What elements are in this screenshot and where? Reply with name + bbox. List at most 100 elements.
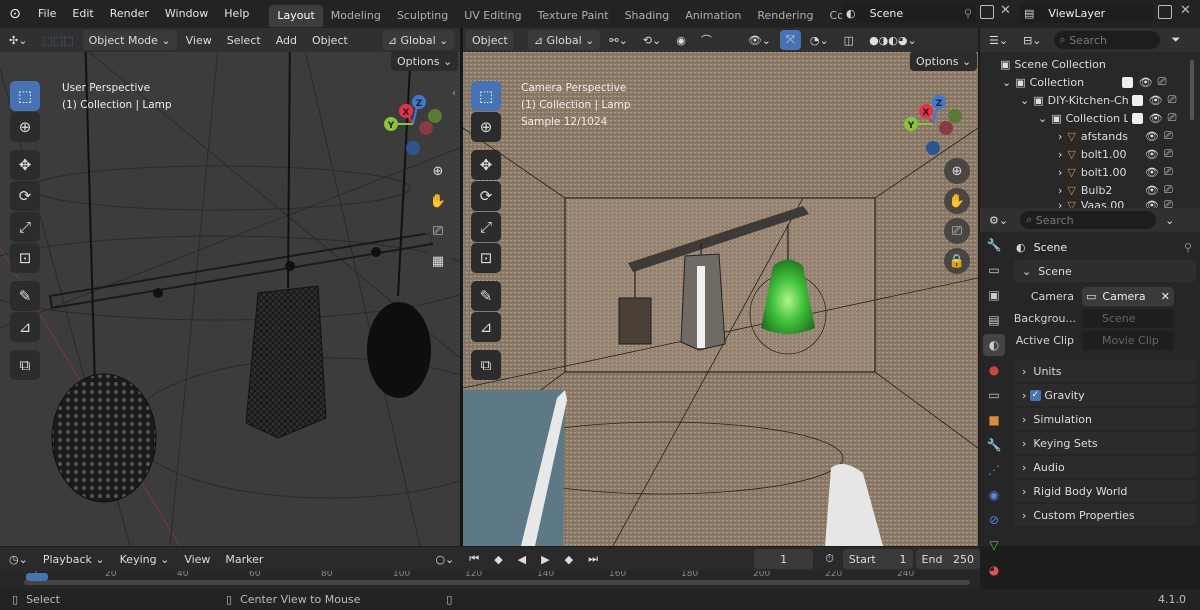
menu-object-left[interactable]: Object xyxy=(306,30,354,50)
select-box-icon[interactable]: ⬚⬚⬚ xyxy=(36,30,79,50)
add-cube-tool-icon-right[interactable]: ⧉ xyxy=(471,350,501,380)
section-simulation[interactable]: › Simulation xyxy=(1014,408,1196,430)
physics-tab-icon[interactable]: ◉ xyxy=(983,484,1005,506)
eye-icon[interactable]: 👁 xyxy=(1145,184,1159,197)
blender-logo-icon[interactable]: ⊙ xyxy=(0,6,30,22)
section-gravity[interactable]: › ✓ Gravity xyxy=(1014,384,1196,406)
camera-icon[interactable]: ⎚ xyxy=(1168,93,1177,107)
editor-type-icon[interactable]: ✣⌄ xyxy=(3,30,33,50)
annotate-tool-icon[interactable]: ✎ xyxy=(10,281,40,311)
menu-playback[interactable]: Playback ⌄ xyxy=(37,549,111,569)
menu-view-left[interactable]: View xyxy=(180,30,218,50)
shading-solid-icon[interactable]: ●◑◐◕⌄ xyxy=(863,30,923,50)
jump-end-icon[interactable]: ⏭ xyxy=(582,549,604,569)
new-viewlayer-icon[interactable] xyxy=(1158,5,1172,19)
perspective-grid-icon[interactable]: ▦ xyxy=(425,248,451,274)
object-tab-icon[interactable]: ■ xyxy=(983,409,1005,431)
stopwatch-icon[interactable]: ⏱ xyxy=(819,549,840,569)
move-tool-icon[interactable]: ✥ xyxy=(10,150,40,180)
snap-icon-right[interactable]: ⟲⌄ xyxy=(637,30,667,50)
select-tool-icon[interactable]: ⬚ xyxy=(10,81,40,111)
menu-render[interactable]: Render xyxy=(102,0,157,28)
section-custom-properties[interactable]: › Custom Properties xyxy=(1014,504,1196,526)
gravity-checkbox[interactable]: ✓ xyxy=(1029,389,1041,401)
outliner-row-collection-la[interactable]: ⌄▣Collection La👁⎚ xyxy=(980,109,1200,127)
menu-edit[interactable]: Edit xyxy=(64,0,101,28)
timeline-ruler[interactable]: 120406080100120140160180200220240 xyxy=(0,571,980,589)
chevron-right-icon[interactable]: › xyxy=(1058,130,1062,143)
tab-sculpting[interactable]: Sculpting xyxy=(389,5,456,27)
scene-tab-icon[interactable]: ◐ xyxy=(983,334,1005,356)
viewlayer-selector[interactable]: ▤ ViewLayer xyxy=(1020,3,1153,23)
delete-scene-icon[interactable]: ✕ xyxy=(1000,3,1011,18)
outliner-editor-icon[interactable]: ☰⌄ xyxy=(983,30,1014,50)
annotate-tool-icon-right[interactable]: ✎ xyxy=(471,281,501,311)
timeline-scrollbar[interactable] xyxy=(24,580,970,585)
nav-gizmo-left[interactable]: X Y Z xyxy=(378,94,448,164)
orientation-dropdown-left[interactable]: ⊿ Global ⌄ xyxy=(381,30,455,50)
checkbox-icon[interactable] xyxy=(1121,76,1133,88)
chevron-right-icon[interactable]: › xyxy=(1058,148,1062,161)
delete-viewlayer-icon[interactable]: ✕ xyxy=(1180,3,1191,18)
scale-tool-icon-right[interactable]: ⤢ xyxy=(471,212,501,242)
outliner-row-diy[interactable]: ⌄ ▣ DIY-Kitchen-Ch 👁 ⎚ xyxy=(980,91,1200,109)
play-reverse-icon[interactable]: ◀ xyxy=(512,549,532,569)
measure-tool-icon-right[interactable]: ⊿ xyxy=(471,312,501,342)
eye-icon[interactable]: 👁 xyxy=(1139,76,1153,89)
tab-layout[interactable]: Layout xyxy=(269,5,323,27)
menu-marker[interactable]: Marker xyxy=(219,549,269,569)
outliner-row-collection[interactable]: ⌄ ▣ Collection 👁 ⎚ xyxy=(980,73,1200,91)
camera-icon[interactable]: ⎚ xyxy=(1164,129,1173,143)
data-tab-icon[interactable]: ▽ xyxy=(983,534,1005,556)
falloff-icon[interactable]: ⌒ xyxy=(695,30,718,50)
camera-icon[interactable]: ⎚ xyxy=(1164,165,1173,179)
zoom-icon[interactable]: ⊕ xyxy=(425,158,451,184)
menu-add-left[interactable]: Add xyxy=(270,30,303,50)
view-layer-tab-icon[interactable]: ▤ xyxy=(983,309,1005,331)
camera-icon[interactable]: ⎚ xyxy=(1164,183,1173,197)
scale-tool-icon[interactable]: ⤢ xyxy=(10,212,40,242)
tab-modeling[interactable]: Modeling xyxy=(323,5,389,27)
visibility-icon[interactable]: 👁⌄ xyxy=(742,30,777,50)
zoom-icon-right[interactable]: ⊕ xyxy=(944,158,970,184)
pivot-icon-right[interactable]: ⚯⌄ xyxy=(603,30,633,50)
camera-icon[interactable]: ⎚ xyxy=(1164,147,1173,161)
outliner-row-afstands[interactable]: › ▽ afstands 👁 ⎚ xyxy=(980,127,1200,145)
pan-hand-icon[interactable]: ✋ xyxy=(425,188,451,214)
xray-icon[interactable]: ◫ xyxy=(838,30,860,50)
expand-icon[interactable]: ⌄ xyxy=(1002,76,1011,89)
left-sidebar-toggle[interactable]: ‹ xyxy=(452,88,456,99)
tab-animation[interactable]: Animation xyxy=(677,5,749,27)
outliner-row-bolt2[interactable]: › ▽ bolt1.00 👁 ⎚ xyxy=(980,163,1200,181)
pin-icon[interactable]: ⚲ xyxy=(1184,241,1192,254)
pan-hand-icon-right[interactable]: ✋ xyxy=(944,188,970,214)
cursor-tool-icon-right[interactable]: ⊕ xyxy=(471,112,501,142)
outliner-row-bolt1[interactable]: › ▽ bolt1.00 👁 ⎚ xyxy=(980,145,1200,163)
overlay-toggle-icon[interactable]: ◔⌄ xyxy=(804,30,835,50)
eye-icon[interactable]: 👁 xyxy=(1145,130,1159,143)
proportional-edit-icon[interactable]: ◉ xyxy=(670,30,692,50)
output-tab-icon[interactable]: ▣ xyxy=(983,284,1005,306)
gizmo-toggle-icon[interactable]: ⤧ xyxy=(780,30,801,50)
outliner-row-scene-collection[interactable]: ▣ Scene Collection xyxy=(980,55,1200,73)
eye-icon[interactable]: 👁 xyxy=(1149,94,1163,107)
timeline-editor-icon[interactable]: ◷⌄ xyxy=(3,549,34,569)
filter-icon[interactable]: ⊟⌄ xyxy=(1017,30,1047,50)
modifier-tab-icon[interactable]: 🔧 xyxy=(983,434,1005,456)
end-frame-field[interactable]: End 250 xyxy=(915,549,981,569)
section-rigid-body-world[interactable]: › Rigid Body World xyxy=(1014,480,1196,502)
checkbox-icon[interactable] xyxy=(1131,94,1143,106)
section-keying-sets[interactable]: › Keying Sets xyxy=(1014,432,1196,454)
pin-icon[interactable]: ⚲ xyxy=(964,7,972,20)
options-button-right[interactable]: Options ⌄ xyxy=(910,51,978,71)
outliner-row-bulb2[interactable]: › ▽ Bulb2 👁 ⎚ xyxy=(980,181,1200,199)
transform-tool-icon-right[interactable]: ⊡ xyxy=(471,243,501,273)
measure-tool-icon[interactable]: ⊿ xyxy=(10,312,40,342)
tab-uv-editing[interactable]: UV Editing xyxy=(456,5,529,27)
camera-view-icon-right[interactable]: ⎚ xyxy=(944,218,970,244)
particles-tab-icon[interactable]: ⋰ xyxy=(983,459,1005,481)
section-audio[interactable]: › Audio xyxy=(1014,456,1196,478)
section-units[interactable]: › Units xyxy=(1014,360,1196,382)
next-keyframe-icon[interactable]: ◆ xyxy=(559,549,579,569)
properties-search[interactable]: ⌕ Search xyxy=(1020,211,1157,229)
